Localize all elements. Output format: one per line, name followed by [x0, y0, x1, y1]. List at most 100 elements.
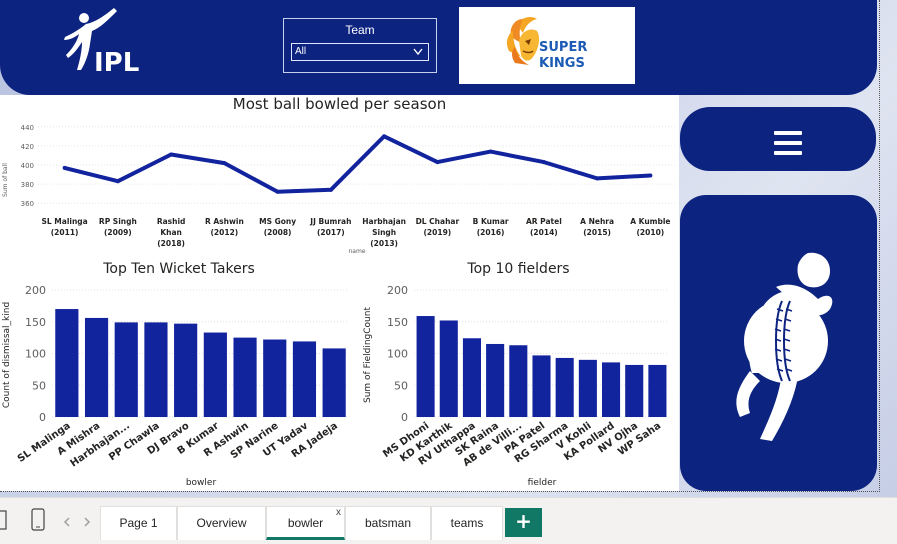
- bar[interactable]: [144, 322, 168, 417]
- bar[interactable]: [439, 320, 458, 417]
- y-tick-label: 400: [21, 162, 34, 170]
- team-dropdown[interactable]: All: [291, 43, 429, 61]
- x-tick-label-line: Rashid: [157, 217, 186, 226]
- chevron-down-icon: [413, 48, 423, 56]
- line-point[interactable]: [115, 179, 120, 184]
- line-point[interactable]: [328, 187, 333, 192]
- line-point[interactable]: [222, 161, 227, 166]
- line-chart-y-axis: 440 420 400 380 360: [21, 124, 34, 208]
- fielder-bar-chart[interactable]: 200 150 100 50 0 Sum of FieldingCount MS Dho…: [358, 280, 679, 490]
- y-tick-label: 360: [21, 200, 34, 208]
- x-tick-label: RP Singh (2009): [99, 217, 137, 237]
- x-tick-label: B Kumar (2016): [473, 217, 509, 237]
- bar[interactable]: [416, 316, 435, 417]
- page-tab-bar: Page 1 Overview bowler x batsman teams +: [0, 497, 897, 544]
- line-point[interactable]: [488, 149, 493, 154]
- x-tick-label-line: JJ Bumrah: [309, 217, 351, 226]
- y-tick-label: 100: [387, 348, 408, 361]
- line-point[interactable]: [169, 152, 174, 157]
- csk-logo: SUPER KINGS: [459, 7, 635, 84]
- wicket-chart-y-axis: 200 150 100 50 0: [25, 284, 46, 424]
- x-tick-label: Harbhajan Singh (2013): [362, 217, 406, 248]
- bar[interactable]: [174, 323, 198, 417]
- close-tab-icon[interactable]: x: [336, 497, 341, 529]
- cricket-image-card: [680, 195, 877, 491]
- y-tick-label: 50: [394, 379, 408, 392]
- tab-overview[interactable]: Overview: [177, 506, 266, 540]
- tab-label: bowler: [287, 516, 324, 530]
- x-tick-label-line: (2015): [583, 228, 611, 237]
- add-page-button[interactable]: +: [505, 508, 542, 537]
- line-point[interactable]: [595, 176, 600, 181]
- x-tick-label-line: A Kumble: [630, 217, 670, 226]
- x-tick-label-line: (2019): [424, 228, 452, 237]
- line-point[interactable]: [62, 165, 67, 170]
- bar[interactable]: [292, 341, 317, 417]
- header-banner: IPL Team All SUPER KINGS: [0, 0, 877, 95]
- bar[interactable]: [263, 339, 287, 417]
- wicket-chart-title: Top Ten Wicket Takers: [103, 261, 255, 277]
- line-point[interactable]: [648, 173, 653, 178]
- charts-panel: Most ball bowled per season 440 420 400 380…: [0, 95, 679, 491]
- fielder-chart-x-axis: MS DhoniKD KarthikRV UthappaSK RainaAB d…: [381, 420, 663, 469]
- y-tick-label: 200: [387, 284, 408, 297]
- bar[interactable]: [625, 364, 644, 417]
- line-point[interactable]: [275, 189, 280, 194]
- tab-label: Page 1: [119, 516, 158, 530]
- line-point[interactable]: [382, 134, 387, 139]
- x-tick-label: MS Gony (2008): [259, 217, 296, 237]
- x-tick-label-line: A Nehra: [580, 217, 614, 226]
- bar[interactable]: [532, 355, 551, 417]
- scroll-left-icon[interactable]: [62, 516, 72, 528]
- x-tick-label-line: (2016): [477, 228, 505, 237]
- line-chart[interactable]: 440 420 400 380 360 Sum of ball SL Malinga (2…: [0, 110, 679, 275]
- scroll-right-icon[interactable]: [82, 516, 92, 528]
- bar[interactable]: [55, 309, 79, 417]
- y-tick-label: 150: [387, 316, 408, 329]
- tab-bowler[interactable]: bowler x: [266, 506, 345, 540]
- tab-teams[interactable]: teams: [431, 506, 503, 540]
- hamburger-menu-icon[interactable]: [774, 131, 804, 157]
- x-tick-label: A Kumble (2010): [630, 217, 670, 237]
- bar[interactable]: [203, 332, 227, 417]
- cricket-player-icon: [736, 252, 833, 441]
- wicket-chart-y-axis-label: Count of dismissal_kind: [2, 302, 12, 408]
- page-view-icon[interactable]: [0, 510, 10, 532]
- mobile-layout-icon[interactable]: [30, 508, 46, 532]
- bar[interactable]: [322, 348, 346, 417]
- bar[interactable]: [509, 345, 528, 417]
- csk-lion-icon: [506, 17, 540, 65]
- wicket-bar-chart[interactable]: 200 150 100 50 0 Count of dismissal_kind SL …: [0, 280, 358, 490]
- x-tick-label-line: Khan: [160, 228, 182, 237]
- bar[interactable]: [486, 343, 505, 417]
- bar[interactable]: [462, 338, 481, 417]
- ipl-logo-ball: [79, 13, 89, 23]
- ipl-logo: IPL: [64, 8, 139, 76]
- bar[interactable]: [114, 322, 138, 417]
- y-tick-label: 0: [401, 411, 408, 424]
- x-tick-label: AR Patel (2014): [526, 217, 562, 237]
- x-tick-label-line: B Kumar: [473, 217, 509, 226]
- bar[interactable]: [578, 359, 597, 417]
- line-point[interactable]: [435, 160, 440, 165]
- y-tick-label: 440: [21, 124, 34, 132]
- x-tick-label-line: RP Singh: [99, 217, 137, 226]
- x-tick-label-line: DL Chahar: [416, 217, 460, 226]
- bar[interactable]: [648, 364, 667, 417]
- fielder-chart-x-axis-label: fielder: [528, 478, 557, 488]
- line-point[interactable]: [541, 160, 546, 165]
- menu-card[interactable]: [680, 107, 876, 171]
- bar[interactable]: [602, 362, 621, 417]
- fielder-chart-y-axis-label: Sum of FieldingCount: [363, 307, 373, 403]
- x-tick-label: JJ Bumrah (2017): [309, 217, 351, 237]
- x-tick-label-line: R Ashwin: [205, 217, 244, 226]
- x-tick-label: SL Malinga (2011): [42, 217, 88, 237]
- fielder-chart-title: Top 10 fielders: [467, 261, 570, 277]
- tab-batsman[interactable]: batsman: [345, 506, 431, 540]
- team-slicer: Team All: [283, 18, 437, 73]
- line-chart-x-axis: SL Malinga (2011) RP Singh (2009) Rashid Khan…: [42, 217, 671, 248]
- bar[interactable]: [555, 357, 574, 417]
- bar[interactable]: [233, 337, 257, 417]
- tab-page-1[interactable]: Page 1: [100, 506, 177, 540]
- bar[interactable]: [84, 317, 109, 417]
